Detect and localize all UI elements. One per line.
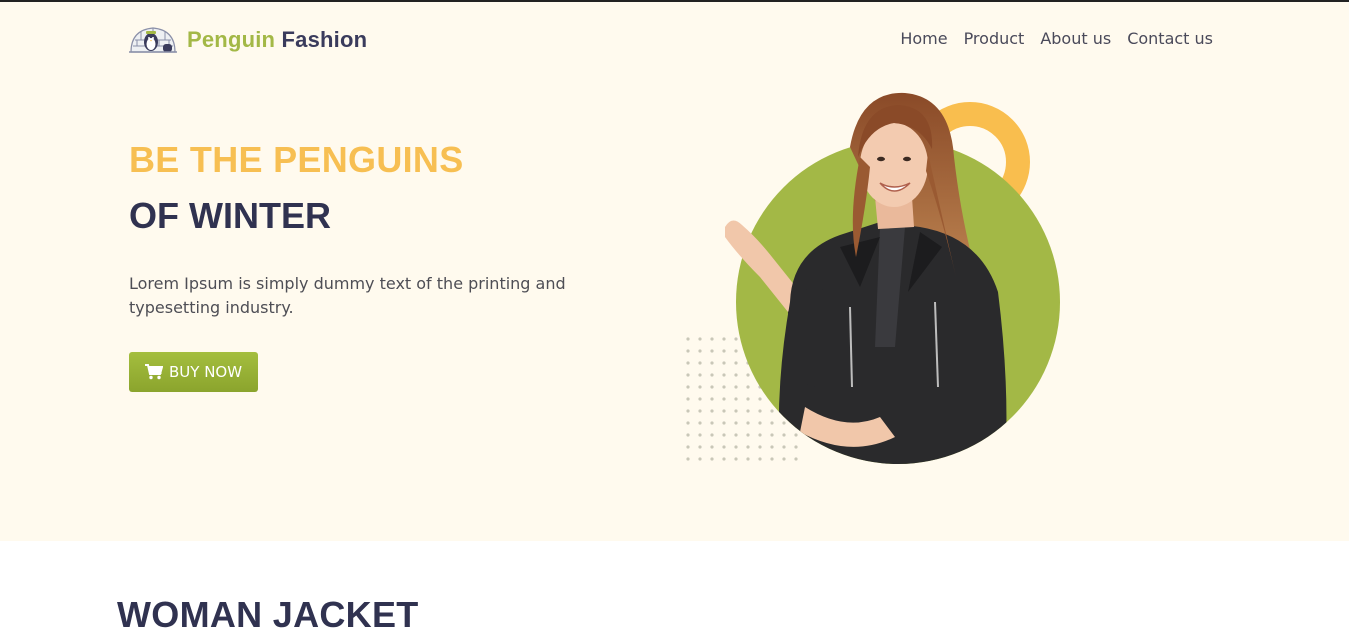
nav-link-contact-us[interactable]: Contact us (1127, 29, 1213, 48)
main-nav: Home Product About us Contact us (900, 29, 1213, 48)
brand-logo[interactable]: Penguin Fashion (129, 22, 367, 58)
hero-image (686, 92, 1060, 464)
shopping-cart-icon (145, 364, 163, 380)
nav-link-product[interactable]: Product (964, 29, 1025, 48)
hero-title-line1: BE THE PENGUINS (129, 139, 464, 180)
hero-text-block: BE THE PENGUINS OF WINTER Lorem Ipsum is… (129, 138, 599, 392)
buy-now-button[interactable]: BUY NOW (129, 352, 259, 392)
hero-section: Penguin Fashion Home Product About us Co… (0, 2, 1349, 541)
penguin-igloo-icon (129, 27, 177, 53)
brand-name-part1: Penguin (187, 27, 276, 52)
brand-name-part2: Fashion (281, 27, 368, 52)
nav-link-home[interactable]: Home (900, 29, 947, 48)
brand-name: Penguin Fashion (187, 27, 367, 53)
model-figure (725, 92, 1007, 464)
nav-link-about-us[interactable]: About us (1040, 29, 1111, 48)
hero-description: Lorem Ipsum is simply dummy text of the … (129, 274, 566, 317)
section-title: WOMAN JACKET (117, 594, 419, 635)
buy-now-label: BUY NOW (169, 363, 243, 381)
hero-title-line2: OF WINTER (129, 195, 331, 236)
